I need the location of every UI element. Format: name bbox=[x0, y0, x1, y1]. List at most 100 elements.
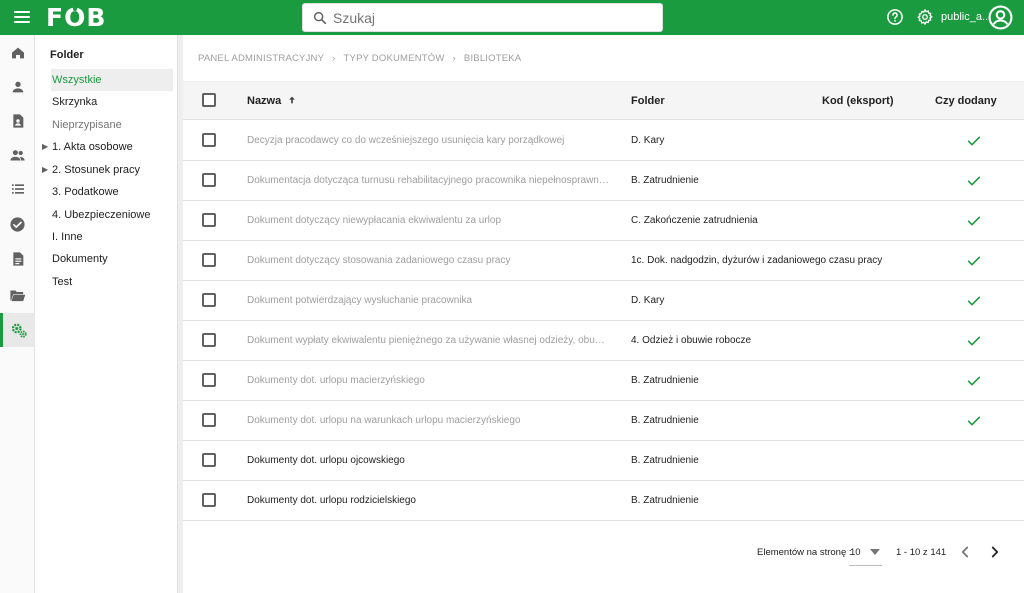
rail-settings-gears[interactable] bbox=[0, 313, 35, 347]
sidebar-item-skrzynka[interactable]: Skrzynka bbox=[51, 91, 173, 113]
table-row[interactable]: Decyzja pracodawcy co do wcześniejszego … bbox=[183, 121, 1024, 161]
row-checkbox[interactable] bbox=[202, 413, 216, 427]
search-icon bbox=[313, 11, 327, 25]
table-header: Nazwa Folder Kod (eksport) Czy dodany bbox=[183, 81, 1024, 120]
cell-folder: B. Zatrudnienie bbox=[631, 415, 699, 426]
sort-arrow-up-icon[interactable] bbox=[287, 95, 297, 105]
previous-page-icon[interactable] bbox=[956, 543, 974, 561]
table-row[interactable]: Dokument dotyczący niewypłacania ekwiwal… bbox=[183, 201, 1024, 241]
column-header-name[interactable]: Nazwa bbox=[247, 95, 297, 107]
breadcrumb-separator-icon: › bbox=[452, 53, 456, 64]
rail-list[interactable] bbox=[0, 172, 35, 206]
logo-notch bbox=[73, 3, 78, 11]
account-avatar-icon[interactable] bbox=[988, 5, 1013, 30]
breadcrumb-item[interactable]: TYPY DOKUMENTÓW bbox=[344, 53, 445, 64]
table-row[interactable]: Dokumentacja dotycząca turnusu rehabilit… bbox=[183, 161, 1024, 201]
cell-document-name: Dokumenty dot. urlopu ojcowskiego bbox=[247, 455, 405, 466]
column-header-added[interactable]: Czy dodany bbox=[935, 95, 997, 107]
added-check-icon bbox=[967, 216, 981, 226]
table-row[interactable]: Dokument dotyczący stosowania zadanioweg… bbox=[183, 241, 1024, 281]
cell-document-name: Dokumenty dot. urlopu na warunkach urlop… bbox=[247, 415, 521, 426]
per-page-label: Elementów na stronę : bbox=[757, 547, 852, 558]
rail-document[interactable] bbox=[0, 242, 35, 276]
added-check-icon bbox=[967, 376, 981, 386]
sidebar-item-inne[interactable]: I. Inne bbox=[51, 226, 173, 248]
added-check-icon bbox=[967, 256, 981, 266]
folder-sidebar: Folder Wszystkie Skrzynka Nieprzypisane … bbox=[35, 35, 177, 593]
row-checkbox[interactable] bbox=[202, 493, 216, 507]
expand-arrow-icon[interactable]: ▶ bbox=[42, 159, 48, 181]
sidebar-item-test[interactable]: Test bbox=[51, 271, 173, 293]
rail-contact-document[interactable] bbox=[0, 104, 35, 138]
select-all-checkbox[interactable] bbox=[202, 93, 216, 107]
table-row[interactable]: Dokument potwierdzający wysłuchanie prac… bbox=[183, 281, 1024, 321]
dropdown-arrow-icon bbox=[870, 549, 880, 555]
sidebar-item-dokumenty[interactable]: Dokumenty bbox=[51, 248, 173, 270]
breadcrumb-item[interactable]: PANEL ADMINISTRACYJNY bbox=[198, 53, 324, 64]
cell-document-name: Decyzja pracodawcy co do wcześniejszego … bbox=[247, 135, 565, 146]
breadcrumb-separator-icon: › bbox=[332, 53, 336, 64]
row-checkbox[interactable] bbox=[202, 213, 216, 227]
table-row[interactable]: Dokumenty dot. urlopu macierzyńskiego B. … bbox=[183, 361, 1024, 401]
cell-document-name: Dokumenty dot. urlopu macierzyńskiego bbox=[247, 375, 425, 386]
hamburger-menu-icon[interactable] bbox=[12, 8, 32, 28]
folder-open-icon bbox=[10, 290, 26, 301]
rail-folder[interactable] bbox=[0, 278, 35, 312]
column-header-folder[interactable]: Folder bbox=[631, 95, 665, 107]
person-icon bbox=[12, 81, 23, 93]
table-row[interactable]: Dokumenty dot. urlopu rodzicielskiego B. … bbox=[183, 481, 1024, 521]
people-icon bbox=[10, 149, 25, 160]
settings-gears-icon bbox=[11, 323, 27, 338]
column-header-name-label: Nazwa bbox=[247, 95, 282, 107]
cell-folder: D. Kary bbox=[631, 135, 665, 146]
row-checkbox[interactable] bbox=[202, 133, 216, 147]
row-checkbox[interactable] bbox=[202, 453, 216, 467]
column-header-code[interactable]: Kod (eksport) bbox=[822, 95, 894, 107]
help-icon[interactable] bbox=[886, 8, 904, 26]
breadcrumb-item: BIBLIOTEKA bbox=[463, 53, 522, 64]
table-row[interactable]: Dokument wypłaty ekwiwalentu pieniężnego… bbox=[183, 321, 1024, 361]
settings-icon[interactable] bbox=[916, 8, 934, 26]
main-content: PANEL ADMINISTRACYJNY › TYPY DOKUMENTÓW › BI… bbox=[183, 35, 1024, 593]
rail-person[interactable] bbox=[0, 70, 35, 104]
row-checkbox[interactable] bbox=[202, 173, 216, 187]
cell-folder: B. Zatrudnienie bbox=[631, 495, 699, 506]
cell-document-name: Dokument dotyczący niewypłacania ekwiwal… bbox=[247, 215, 502, 226]
cell-folder: C. Zakończenie zatrudnienia bbox=[631, 215, 758, 226]
next-page-icon[interactable] bbox=[986, 543, 1004, 561]
sidebar-item-podatkowe[interactable]: 3. Podatkowe bbox=[51, 181, 173, 203]
app-logo[interactable]: FO B bbox=[46, 3, 107, 32]
sidebar-item-akta-osobowe[interactable]: 1. Akta osobowe bbox=[51, 136, 173, 158]
row-checkbox[interactable] bbox=[202, 253, 216, 267]
page-range-label: 1 - 10 z 141 bbox=[896, 547, 947, 558]
rail-home[interactable] bbox=[0, 36, 35, 70]
table-row[interactable]: Dokumenty dot. urlopu na warunkach urlop… bbox=[183, 401, 1024, 441]
search-box[interactable] bbox=[302, 3, 663, 32]
row-checkbox[interactable] bbox=[202, 293, 216, 307]
table-row[interactable]: Dokumenty dot. urlopu ojcowskiego B. Zatr… bbox=[183, 441, 1024, 481]
list-icon bbox=[11, 184, 24, 194]
sidebar-item-ubezpieczeniowe[interactable]: 4. Ubezpieczeniowe bbox=[51, 204, 173, 226]
logo-text: FO B bbox=[46, 3, 107, 32]
rail-check-circle[interactable] bbox=[0, 207, 35, 241]
cell-folder: 4. Odzież i obuwie robocze bbox=[631, 335, 752, 346]
added-check-icon bbox=[967, 136, 981, 146]
cell-document-name: Dokumenty dot. urlopu rodzicielskiego bbox=[247, 495, 416, 506]
row-checkbox[interactable] bbox=[202, 333, 216, 347]
sidebar-item-stosunek-pracy[interactable]: 2. Stosunek pracy bbox=[51, 159, 173, 181]
expand-arrow-icon[interactable]: ▶ bbox=[42, 136, 48, 158]
check-circle-icon bbox=[10, 216, 25, 232]
search-input[interactable] bbox=[333, 4, 653, 31]
added-check-icon bbox=[967, 416, 981, 426]
sidebar-item-nieprzypisane[interactable]: Nieprzypisane bbox=[51, 114, 173, 136]
cell-document-name: Dokument wypłaty ekwiwalentu pieniężnego… bbox=[247, 335, 609, 346]
per-page-select[interactable]: 10 bbox=[849, 540, 882, 566]
row-checkbox[interactable] bbox=[202, 373, 216, 387]
contact-document-icon bbox=[12, 114, 23, 128]
username-label[interactable]: public_a... bbox=[941, 11, 991, 23]
rail-people[interactable] bbox=[0, 138, 35, 172]
sidebar-item-wszystkie[interactable]: Wszystkie bbox=[51, 69, 173, 91]
per-page-value: 10 bbox=[850, 547, 861, 558]
cell-document-name: Dokument dotyczący stosowania zadanioweg… bbox=[247, 255, 511, 266]
cell-folder: B. Zatrudnienie bbox=[631, 375, 699, 386]
